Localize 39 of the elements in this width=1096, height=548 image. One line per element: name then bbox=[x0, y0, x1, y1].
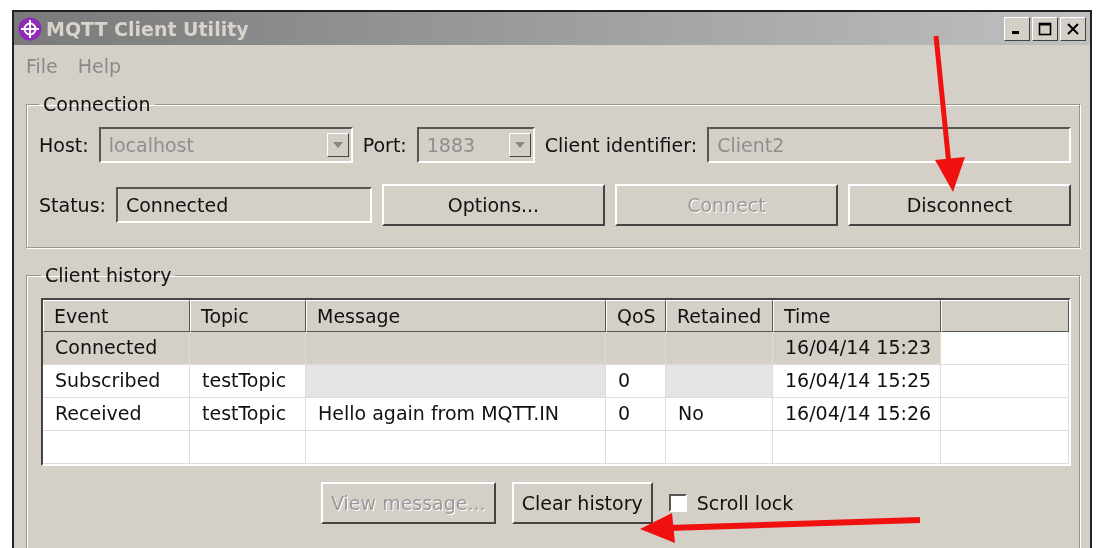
group-title: Connection bbox=[42, 93, 152, 115]
table-cell: Subscribed bbox=[43, 365, 190, 398]
port-label: Port: bbox=[362, 134, 407, 156]
table-cell: 16/04/14 15:23 bbox=[773, 332, 941, 365]
column-header[interactable]: QoS bbox=[606, 300, 666, 332]
status-field: Connected bbox=[115, 187, 372, 223]
group-title: Client history bbox=[44, 264, 173, 286]
status-label: Status: bbox=[39, 194, 106, 216]
table-cell: 0 bbox=[606, 398, 666, 431]
column-header[interactable]: Topic bbox=[190, 300, 306, 332]
scroll-lock-label: Scroll lock bbox=[696, 492, 794, 514]
table-cell: 16/04/14 15:25 bbox=[773, 365, 941, 398]
table-row[interactable]: Received testTopic Hello again from MQTT.IN 0 No 16/04/14 15:26 bbox=[43, 398, 1069, 431]
minimize-icon bbox=[1012, 31, 1019, 34]
client-identifier-label: Client identifier: bbox=[544, 134, 698, 156]
close-button[interactable] bbox=[1060, 16, 1086, 41]
column-header[interactable]: Time bbox=[773, 300, 941, 332]
button[interactable]: Disconnect bbox=[848, 184, 1071, 226]
table-cell: 16/04/14 15:26 bbox=[773, 398, 941, 431]
button[interactable]: Clear history bbox=[511, 482, 653, 524]
app-logo-icon bbox=[18, 16, 42, 41]
table-cell: testTopic bbox=[190, 398, 306, 431]
table-cell: Connected bbox=[43, 332, 190, 365]
maximize-icon bbox=[1038, 21, 1052, 36]
table-row[interactable]: Connected 16/04/14 15:23 bbox=[43, 332, 1069, 365]
column-header[interactable]: Message bbox=[306, 300, 606, 332]
column-header[interactable]: Retained bbox=[666, 300, 773, 332]
table-row[interactable]: Subscribed testTopic 0 16/04/14 15:25 bbox=[43, 365, 1069, 398]
table-cell: Received bbox=[43, 398, 190, 431]
host-label: Host: bbox=[39, 134, 89, 156]
button[interactable]: Options... bbox=[381, 184, 605, 226]
window-title: MQTT Client Utility bbox=[46, 17, 250, 40]
checkbox[interactable] bbox=[668, 494, 687, 512]
table-cell: No bbox=[666, 398, 773, 431]
maximize-button[interactable] bbox=[1032, 16, 1058, 41]
table-cell: Hello again from MQTT.IN bbox=[306, 398, 606, 431]
minimize-button[interactable] bbox=[1004, 16, 1030, 41]
column-header[interactable]: Event bbox=[43, 300, 190, 332]
close-icon bbox=[1066, 21, 1080, 36]
